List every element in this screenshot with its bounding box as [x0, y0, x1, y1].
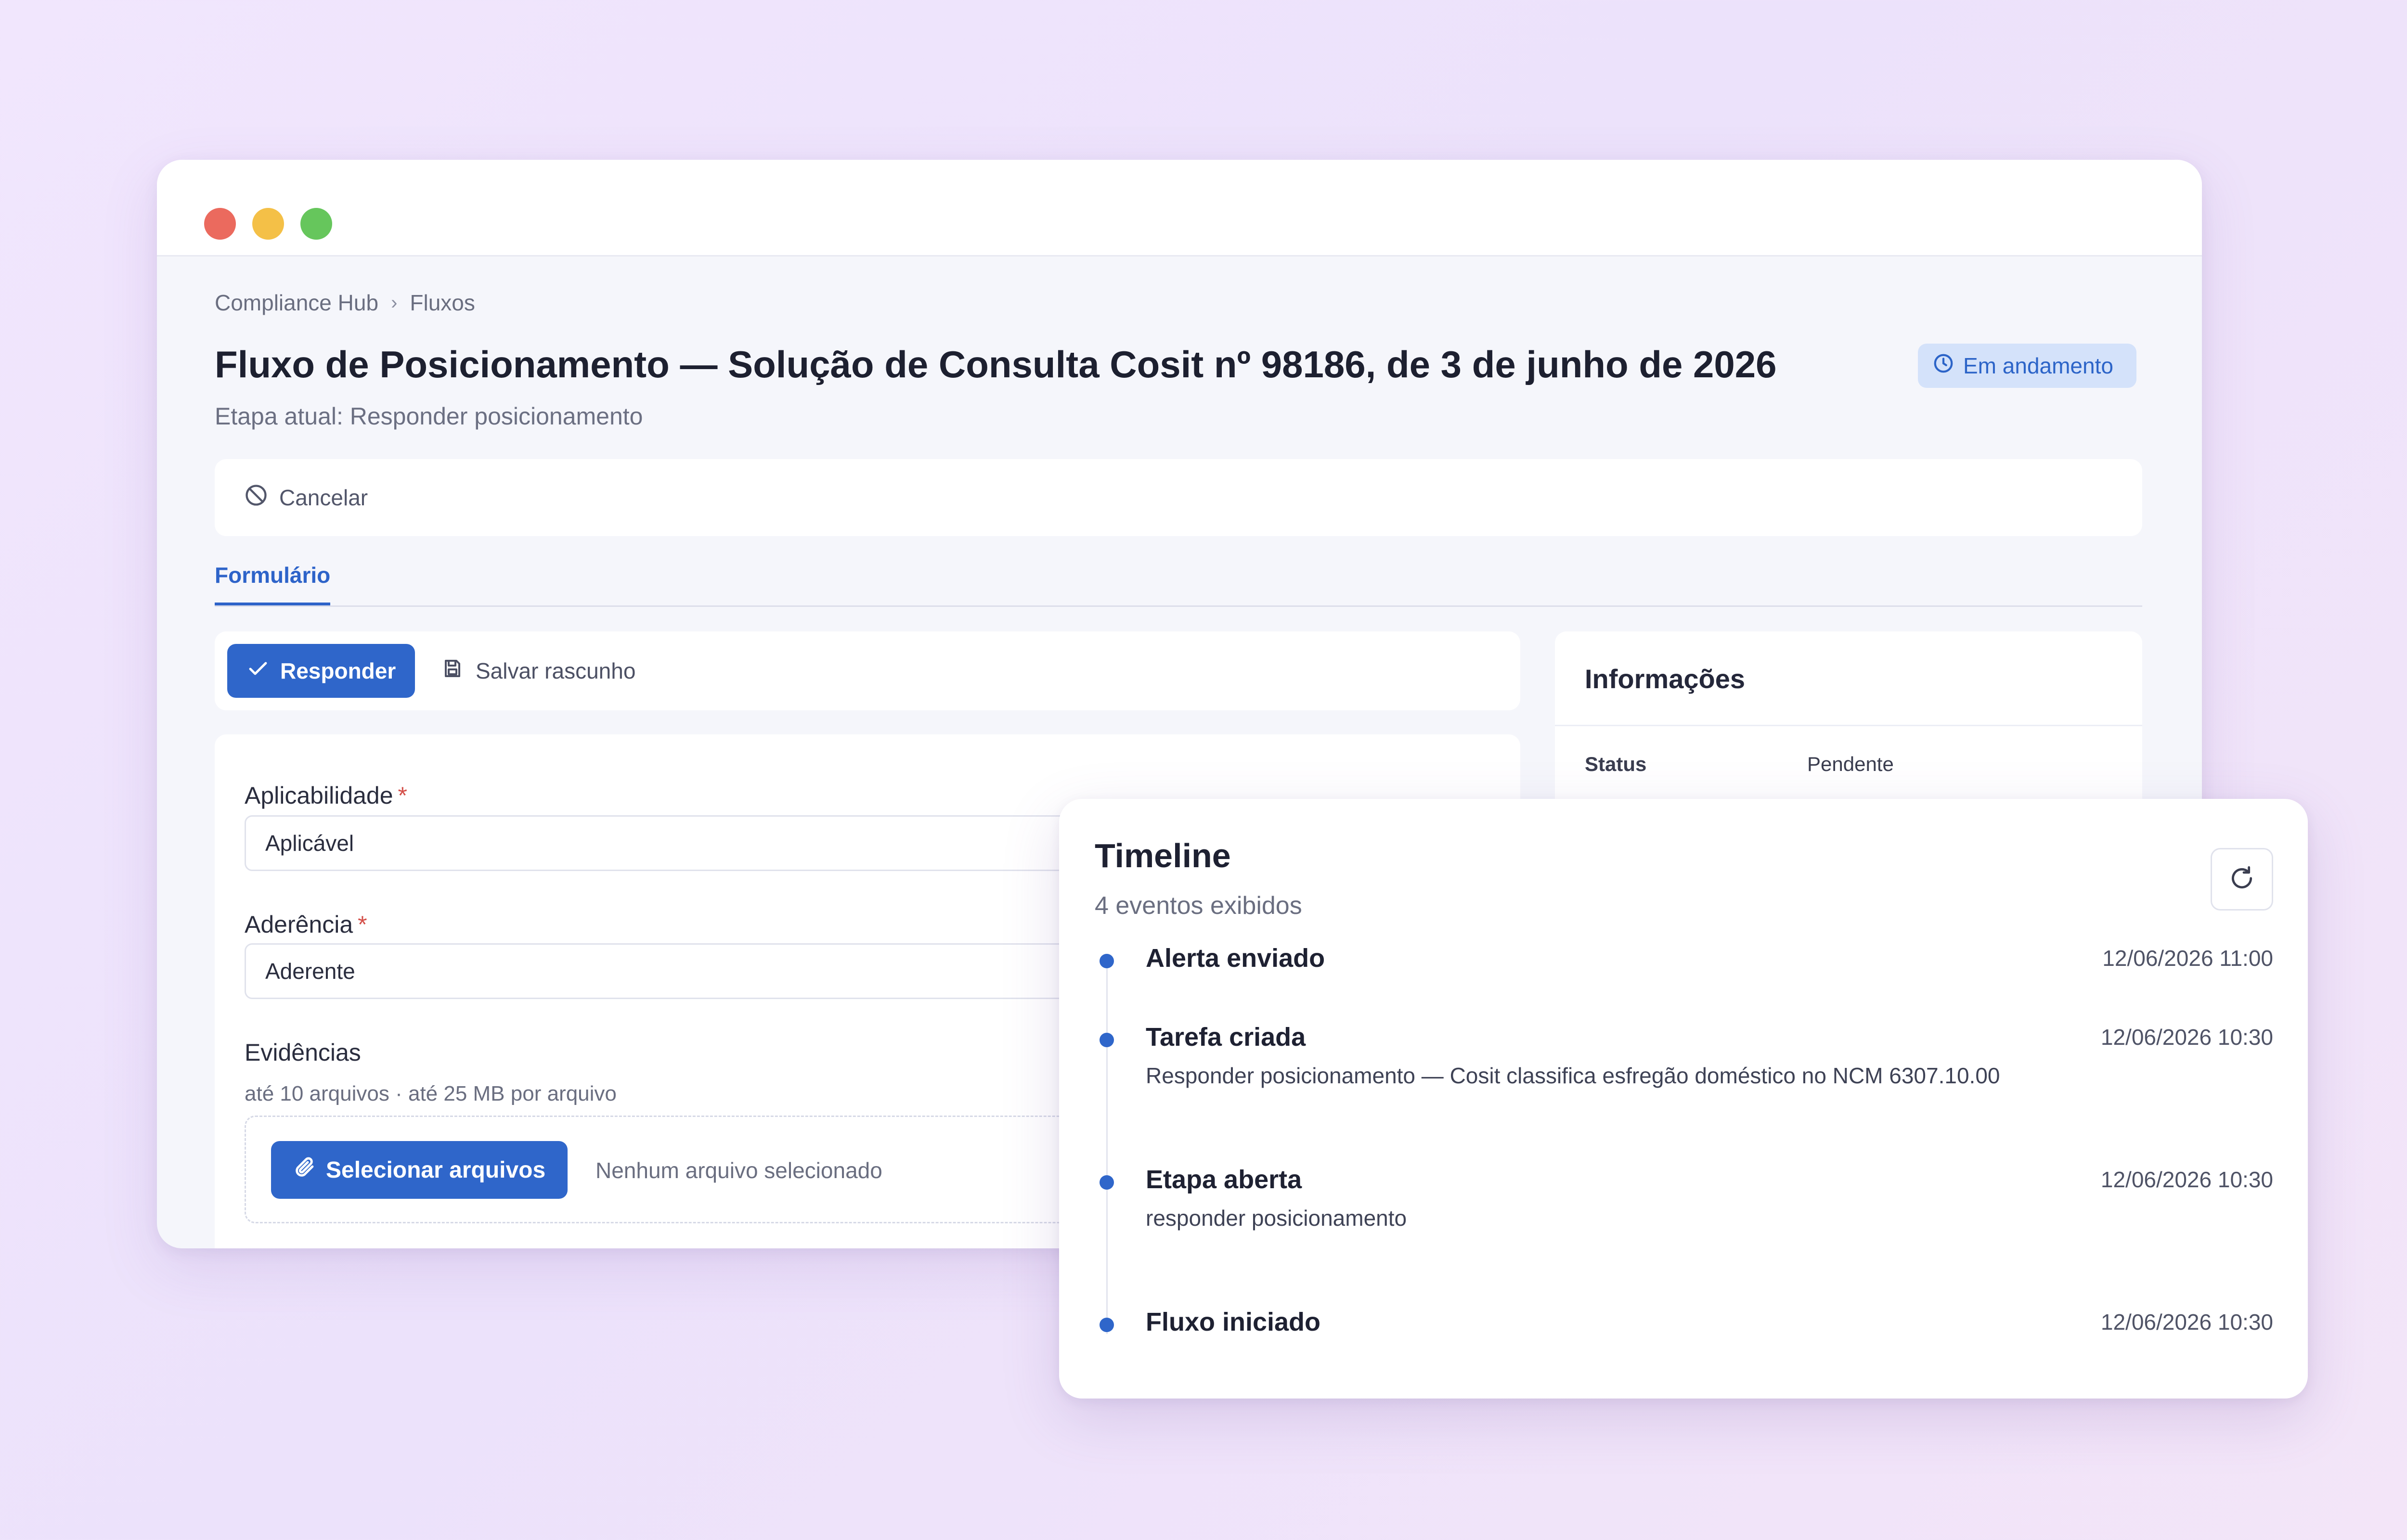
- timeline-event-name: Tarefa criada: [1146, 1023, 1306, 1052]
- evidence-hint: até 10 arquivos · até 25 MB por arquivo: [245, 1082, 617, 1105]
- current-stage-text: Etapa atual: Responder posicionamento: [215, 403, 643, 430]
- save-draft-button-label: Salvar rascunho: [476, 658, 636, 683]
- info-status-value: Pendente: [1807, 753, 1894, 775]
- cancel-button-label: Cancelar: [279, 485, 368, 510]
- refresh-button[interactable]: [2211, 848, 2273, 911]
- select-files-button-label: Selecionar arquivos: [326, 1157, 546, 1183]
- adherence-label: Aderência *: [245, 911, 367, 938]
- form-toolbar: Responder Salvar rascunho: [215, 631, 1520, 710]
- close-window-button[interactable]: [204, 208, 236, 240]
- no-file-selected-text: Nenhum arquivo selecionado: [595, 1158, 882, 1183]
- breadcrumb: Compliance Hub › Fluxos: [215, 290, 475, 316]
- timeline-event-time: 12/06/2026 10:30: [2100, 1025, 2273, 1050]
- timeline-event-description: Responder posicionamento — Cosit classif…: [1146, 1063, 2000, 1088]
- page-title: Fluxo de Posicionamento — Solução de Con…: [215, 343, 1777, 385]
- check-icon: [246, 657, 270, 685]
- refresh-icon: [2226, 863, 2257, 896]
- required-mark: *: [358, 911, 367, 938]
- select-files-button[interactable]: Selecionar arquivos: [271, 1141, 568, 1199]
- timeline-title: Timeline: [1095, 837, 1231, 874]
- timeline-connector: [1106, 968, 1108, 1334]
- timeline-dot: [1100, 1175, 1114, 1190]
- adherence-value: Aderente: [265, 959, 355, 984]
- respond-button-label: Responder: [280, 658, 396, 683]
- respond-button[interactable]: Responder: [227, 644, 415, 698]
- status-badge-label: Em andamento: [1963, 353, 2113, 378]
- timeline-event-name: Fluxo iniciado: [1146, 1308, 1321, 1336]
- save-draft-button[interactable]: Salvar rascunho: [441, 644, 635, 698]
- minimize-window-button[interactable]: [252, 208, 284, 240]
- applicability-label-text: Aplicabilidade: [245, 782, 393, 809]
- clock-icon: [1932, 352, 1954, 380]
- timeline-dot: [1100, 954, 1114, 968]
- timeline-panel: Timeline 4 eventos exibidos Alerta envia…: [1059, 799, 2308, 1399]
- adherence-label-text: Aderência: [245, 911, 353, 938]
- timeline-event-time: 12/06/2026 10:30: [2100, 1309, 2273, 1335]
- action-bar: Cancelar: [215, 459, 2142, 536]
- timeline-event-name: Etapa aberta: [1146, 1165, 1302, 1194]
- timeline-event-count: 4 eventos exibidos: [1095, 892, 1302, 920]
- info-divider: [1555, 725, 2142, 726]
- timeline-event-description: responder posicionamento: [1146, 1206, 1407, 1231]
- cancel-button[interactable]: Cancelar: [244, 483, 368, 513]
- timeline-dot: [1100, 1318, 1114, 1332]
- timeline-event-time: 12/06/2026 11:00: [2102, 946, 2273, 971]
- timeline-dot: [1100, 1033, 1114, 1047]
- tab-formulario[interactable]: Formulário: [215, 560, 331, 605]
- floppy-disk-icon: [441, 657, 464, 685]
- breadcrumb-separator: ›: [391, 292, 398, 313]
- required-mark: *: [398, 782, 408, 809]
- status-badge: Em andamento: [1918, 344, 2136, 388]
- ban-icon: [244, 483, 269, 513]
- timeline-event-time: 12/06/2026 10:30: [2100, 1167, 2273, 1192]
- applicability-label: Aplicabilidade *: [245, 782, 407, 809]
- timeline-event-name: Alerta enviado: [1146, 944, 1325, 973]
- breadcrumb-root-link[interactable]: Compliance Hub: [215, 290, 378, 316]
- paperclip-icon: [293, 1155, 316, 1184]
- tab-bar: Formulário: [215, 560, 2142, 607]
- applicability-value: Aplicável: [265, 831, 354, 856]
- breadcrumb-current-link[interactable]: Fluxos: [410, 290, 475, 316]
- window-titlebar: [157, 160, 2202, 257]
- evidence-label: Evidências: [245, 1039, 361, 1066]
- maximize-window-button[interactable]: [300, 208, 332, 240]
- info-title: Informações: [1585, 664, 1745, 694]
- info-status-key: Status: [1585, 753, 1647, 775]
